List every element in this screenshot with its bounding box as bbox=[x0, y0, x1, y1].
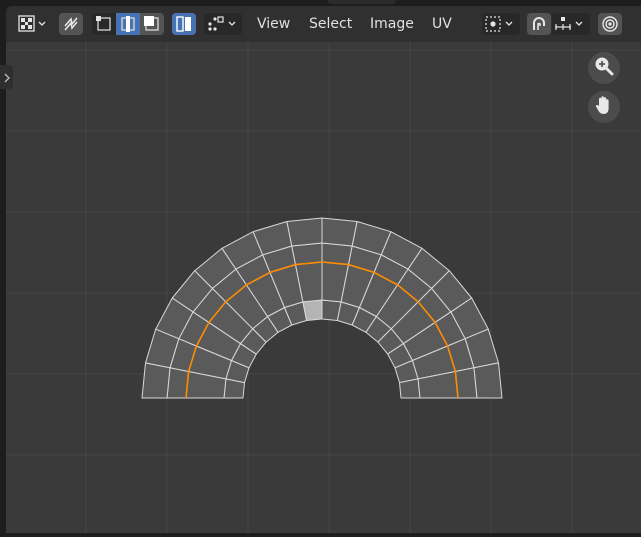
uv-face-selected[interactable] bbox=[302, 299, 323, 321]
sticky-selection-icon bbox=[206, 15, 240, 33]
island-select-toggle[interactable] bbox=[172, 13, 196, 35]
face-select-icon bbox=[143, 15, 161, 33]
proportional-editing-toggle[interactable] bbox=[598, 13, 622, 35]
sync-selection-toggle[interactable] bbox=[59, 13, 83, 35]
editor-type-dropdown[interactable] bbox=[14, 13, 52, 35]
island-select-icon bbox=[175, 15, 193, 33]
face-select-mode-button[interactable] bbox=[140, 13, 164, 35]
sidebar-toggle[interactable] bbox=[0, 65, 13, 89]
menu-image[interactable]: Image bbox=[370, 14, 414, 34]
menu-view[interactable]: View bbox=[257, 14, 290, 34]
area-tab[interactable] bbox=[328, 0, 396, 4]
proportional-editing-icon bbox=[601, 15, 619, 33]
uv-canvas[interactable] bbox=[6, 42, 641, 533]
uv-face[interactable] bbox=[454, 367, 478, 399]
uv-face[interactable] bbox=[166, 367, 190, 399]
sync-selection-icon bbox=[62, 15, 80, 33]
uv-face[interactable] bbox=[399, 378, 421, 399]
menu-uv[interactable]: UV bbox=[432, 14, 452, 34]
pivot-point-dropdown[interactable] bbox=[482, 13, 520, 35]
edge-select-mode-button[interactable] bbox=[116, 13, 140, 35]
chevron-right-icon bbox=[3, 68, 11, 87]
vertex-select-mode-button[interactable] bbox=[92, 13, 116, 35]
pan-view-button[interactable] bbox=[588, 91, 620, 123]
uv-mesh[interactable] bbox=[141, 217, 503, 399]
uv-face[interactable] bbox=[321, 217, 358, 247]
menu-select[interactable]: Select bbox=[309, 14, 352, 34]
uv-viewport[interactable] bbox=[6, 42, 641, 533]
uv-face[interactable] bbox=[321, 242, 353, 266]
hand-pan-icon bbox=[593, 94, 615, 120]
snap-target-dropdown[interactable] bbox=[552, 13, 590, 35]
zoom-icon bbox=[593, 55, 615, 81]
edge-select-icon bbox=[119, 15, 137, 33]
uv-face[interactable] bbox=[286, 217, 323, 247]
sticky-selection-dropdown[interactable] bbox=[204, 13, 242, 35]
snap-increment-icon bbox=[554, 15, 588, 33]
snap-toggle[interactable] bbox=[527, 13, 551, 35]
uv-editor-icon bbox=[17, 15, 49, 33]
zoom-view-button[interactable] bbox=[588, 52, 620, 84]
uv-face[interactable] bbox=[473, 362, 503, 399]
uv-face[interactable] bbox=[291, 242, 323, 266]
pivot-point-icon bbox=[484, 15, 518, 33]
uv-face[interactable] bbox=[141, 362, 171, 399]
vertex-select-icon bbox=[95, 15, 113, 33]
snap-icon bbox=[530, 15, 548, 33]
uv-editor-header: View Select Image UV bbox=[6, 6, 641, 42]
